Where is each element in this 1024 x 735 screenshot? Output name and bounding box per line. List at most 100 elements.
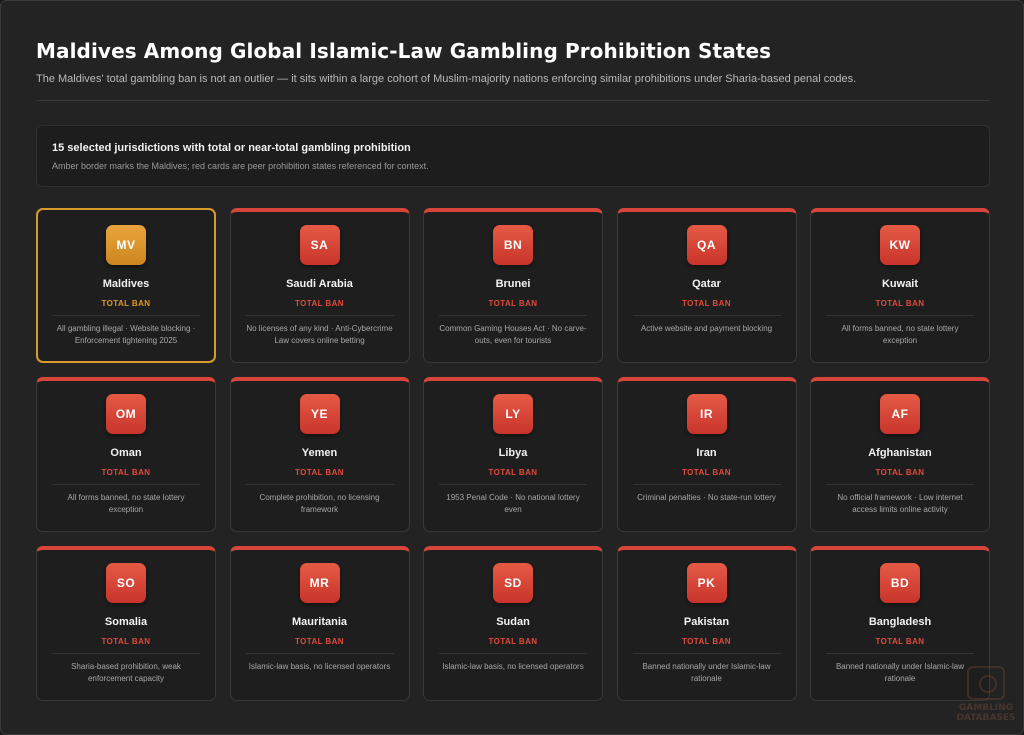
country-name: Iran: [696, 447, 717, 459]
info-note: Amber border marks the Maldives; red car…: [52, 161, 429, 171]
ban-status: TOTAL BAN: [295, 468, 344, 477]
country-code-badge: YE: [299, 394, 340, 434]
ban-status: TOTAL BAN: [682, 637, 731, 646]
country-code-badge: IR: [686, 394, 727, 434]
jurisdiction-card-mv: MV Maldives TOTAL BAN All gambling illeg…: [36, 208, 216, 363]
card-divider: [632, 315, 781, 316]
ban-status: TOTAL BAN: [682, 468, 731, 477]
ban-status: TOTAL BAN: [682, 299, 731, 308]
jurisdiction-card-ly: LY Libya TOTAL BAN 1953 Penal Code · No …: [423, 377, 603, 532]
country-name: Kuwait: [881, 278, 919, 290]
country-code-badge: LY: [493, 394, 533, 434]
ban-detail: Sharia-based prohibition, weak enforceme…: [71, 662, 181, 683]
card-divider: [245, 653, 394, 654]
country-name: Brunei: [495, 278, 531, 290]
ban-status: TOTAL BAN: [875, 299, 925, 308]
card-divider: [52, 653, 200, 654]
ban-detail: All gambling illegal · Website blocking …: [56, 324, 196, 345]
card-divider: [632, 653, 781, 654]
jurisdiction-grid: MV Maldives TOTAL BAN All gambling illeg…: [36, 208, 990, 701]
country-code-badge: OM: [106, 394, 146, 434]
card-divider: [439, 484, 587, 485]
watermark-line2: DATABASES: [956, 713, 1016, 723]
country-name: Mauritania: [291, 616, 347, 628]
jurisdiction-card-ye: YE Yemen TOTAL BAN Complete prohibition,…: [229, 377, 410, 532]
country-code-badge: MR: [299, 563, 340, 603]
card-divider: [439, 653, 587, 654]
card-divider: [52, 484, 200, 485]
country-name: Saudi Arabia: [286, 278, 353, 290]
header-divider: [36, 100, 990, 101]
jurisdiction-card-om: OM Oman TOTAL BAN All forms banned, no s…: [36, 377, 216, 532]
country-code-badge: QA: [686, 225, 727, 265]
ban-detail: Banned nationally under Islamic-law rati…: [642, 662, 771, 683]
ban-detail: Common Gaming Houses Act · No carve-outs…: [439, 324, 587, 345]
country-code-badge: KW: [880, 225, 920, 265]
jurisdiction-card-sd: SD Sudan TOTAL BAN Islamic-law basis, no…: [423, 546, 603, 701]
ban-detail: All forms banned, no state lottery excep…: [67, 493, 185, 514]
country-name: Bangladesh: [868, 616, 932, 628]
card-divider: [632, 484, 781, 485]
ban-status: TOTAL BAN: [101, 299, 151, 308]
country-name: Yemen: [301, 447, 338, 459]
card-divider: [52, 315, 200, 316]
jurisdiction-card-kw: KW Kuwait TOTAL BAN All forms banned, no…: [810, 208, 990, 363]
card-divider: [245, 484, 394, 485]
country-name: Oman: [110, 447, 142, 459]
country-name: Qatar: [692, 278, 721, 290]
ban-detail: No official framework · Low internet acc…: [837, 493, 963, 514]
ban-status: TOTAL BAN: [101, 637, 151, 646]
country-name: Somalia: [104, 616, 148, 628]
country-code-badge: AF: [880, 394, 920, 434]
info-panel: 15 selected jurisdictions with total or …: [36, 125, 990, 187]
card-divider: [826, 484, 974, 485]
ban-status: TOTAL BAN: [488, 299, 538, 308]
info-title: 15 selected jurisdictions with total or …: [52, 142, 411, 154]
header: Maldives Among Global Islamic-Law Gambli…: [36, 39, 990, 85]
card-divider: [439, 315, 587, 316]
card-divider: [826, 315, 974, 316]
ban-status: TOTAL BAN: [488, 468, 538, 477]
jurisdiction-card-so: SO Somalia TOTAL BAN Sharia-based prohib…: [36, 546, 216, 701]
country-code-badge: MV: [106, 225, 146, 265]
jurisdiction-card-sa: SA Saudi Arabia TOTAL BAN No licenses of…: [229, 208, 410, 363]
card-divider: [826, 653, 974, 654]
page-title: Maldives Among Global Islamic-Law Gambli…: [36, 39, 772, 63]
ban-detail: Complete prohibition, no licensing frame…: [259, 493, 380, 514]
card-divider: [245, 315, 394, 316]
ban-detail: 1953 Penal Code · No national lottery ev…: [446, 493, 580, 514]
country-code-badge: SO: [106, 563, 146, 603]
country-code-badge: SA: [299, 225, 340, 265]
ban-detail: Islamic-law basis, no licensed operators: [442, 662, 584, 671]
country-name: Afghanistan: [868, 447, 932, 459]
ban-status: TOTAL BAN: [295, 637, 344, 646]
jurisdiction-card-mr: MR Mauritania TOTAL BAN Islamic-law basi…: [229, 546, 410, 701]
country-name: Libya: [498, 447, 528, 459]
jurisdiction-card-af: AF Afghanistan TOTAL BAN No official fra…: [810, 377, 990, 532]
infographic-frame: Maldives Among Global Islamic-Law Gambli…: [0, 0, 1024, 735]
ban-status: TOTAL BAN: [295, 299, 344, 308]
ban-status: TOTAL BAN: [875, 637, 925, 646]
country-name: Sudan: [496, 616, 530, 628]
jurisdiction-card-qa: QA Qatar TOTAL BAN Active website and pa…: [616, 208, 797, 363]
country-code-badge: BD: [880, 563, 920, 603]
ban-detail: No licenses of any kind · Anti-Cybercrim…: [246, 324, 393, 345]
roulette-icon: [967, 666, 1005, 700]
ban-status: TOTAL BAN: [875, 468, 925, 477]
jurisdiction-card-pk: PK Pakistan TOTAL BAN Banned nationally …: [616, 546, 797, 701]
ban-status: TOTAL BAN: [101, 468, 151, 477]
country-code-badge: BN: [493, 225, 533, 265]
jurisdiction-card-bn: BN Brunei TOTAL BAN Common Gaming Houses…: [423, 208, 603, 363]
country-name: Pakistan: [683, 616, 730, 628]
ban-detail: All forms banned, no state lottery excep…: [841, 324, 959, 345]
jurisdiction-card-ir: IR Iran TOTAL BAN Criminal penalties · N…: [616, 377, 797, 532]
watermark-line1: GAMBLING: [958, 703, 1014, 713]
ban-detail: Criminal penalties · No state-run lotter…: [637, 493, 776, 502]
ban-detail: Active website and payment blocking: [640, 324, 773, 333]
ban-detail: Islamic-law basis, no licensed operators: [248, 662, 391, 671]
page-subtitle: The Maldives' total gambling ban is not …: [36, 73, 857, 85]
ban-status: TOTAL BAN: [488, 637, 538, 646]
country-code-badge: PK: [686, 563, 727, 603]
country-name: Maldives: [102, 278, 150, 290]
watermark-logo: GAMBLING DATABASES: [951, 666, 1021, 730]
